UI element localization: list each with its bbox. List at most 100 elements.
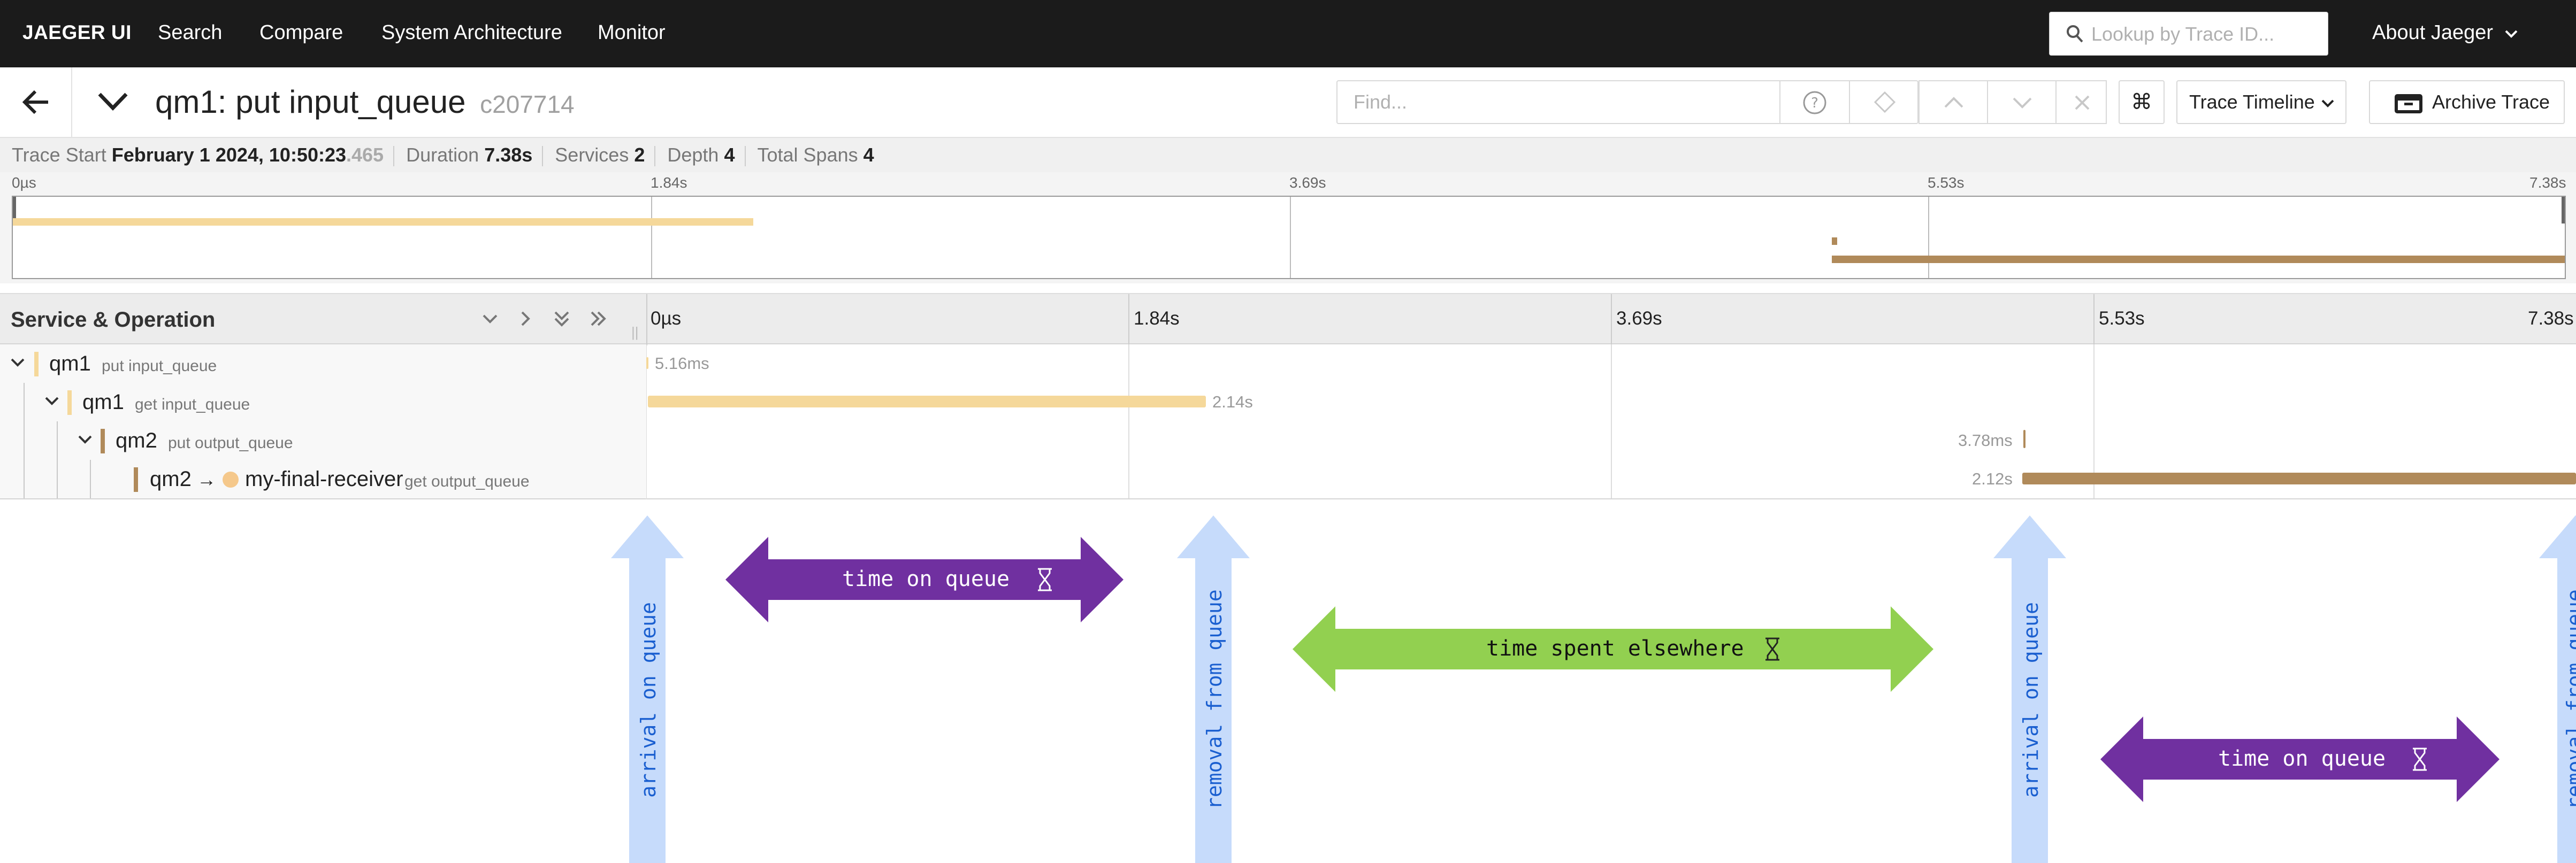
svg-text:?: ? — [1811, 95, 1818, 111]
peer-service-icon — [223, 472, 239, 488]
find-help-button[interactable]: ? — [1779, 81, 1849, 123]
trace-title-operation: put input_queue — [235, 84, 466, 120]
nav-monitor[interactable]: Monitor — [598, 21, 666, 44]
brand-logo[interactable]: JAEGER UI — [22, 21, 132, 44]
service-color-bar — [101, 429, 105, 453]
span-bar[interactable] — [2023, 430, 2025, 448]
clear-search-button[interactable] — [2055, 80, 2107, 124]
trace-minimap[interactable]: 0µs 1.84s 3.69s 5.53s 7.38s — [0, 172, 2576, 283]
span-bar[interactable] — [646, 357, 648, 369]
chevron-down-icon — [2505, 30, 2518, 38]
span-duration-label: 2.12s — [1972, 469, 2013, 488]
trace-services: Services 2 — [555, 144, 645, 166]
prev-result-button[interactable] — [1918, 80, 1987, 124]
time-on-queue-label: time on queue — [842, 567, 1010, 591]
chevron-up-icon — [1944, 97, 1963, 108]
focus-result-button[interactable] — [1849, 81, 1918, 123]
timeline-gridline — [1611, 344, 1612, 383]
search-icon — [2067, 25, 2083, 43]
span-operation-name[interactable]: put output_queue — [168, 434, 293, 452]
nav-compare[interactable]: Compare — [259, 21, 343, 44]
keyboard-shortcuts-button[interactable]: ⌘ — [2119, 80, 2165, 124]
nav-system-architecture[interactable]: System Architecture — [381, 21, 562, 44]
about-jaeger-menu[interactable]: About Jaeger — [2372, 21, 2518, 44]
span-row[interactable]: qm1 get input_queue 2.14s — [0, 383, 2576, 421]
tree-indent-guide — [24, 460, 25, 498]
minimap-gridline — [1928, 197, 1929, 278]
find-input[interactable] — [1354, 89, 1760, 115]
trace-id: c207714 — [480, 90, 575, 118]
span-duration-label: 5.16ms — [655, 354, 709, 373]
collapse-all-icon[interactable] — [551, 308, 572, 329]
trace-summary-bar: Trace Start February 1 2024, 10:50:23.46… — [0, 138, 2576, 172]
minimap-gridline — [1290, 197, 1291, 278]
annotation-overlay: arrival on queue removal from queue arri… — [0, 499, 2576, 863]
trace-title-service: qm1: — [155, 84, 227, 120]
span-service-name[interactable]: qm1 — [82, 390, 124, 414]
chevron-down-icon[interactable] — [77, 433, 93, 446]
tree-indent-guide — [57, 421, 58, 460]
span-row[interactable]: qm1 put input_queue 5.16ms — [0, 344, 2576, 383]
view-mode-select[interactable]: Trace Timeline — [2176, 80, 2346, 124]
expand-all-icon[interactable] — [587, 308, 609, 329]
nav-search[interactable]: Search — [158, 21, 222, 44]
minimap-right-handle[interactable] — [2562, 197, 2565, 224]
archive-trace-button[interactable]: Archive Trace — [2369, 80, 2565, 124]
top-nav: JAEGER UI Search Compare System Architec… — [0, 0, 2576, 67]
chevron-down-icon[interactable] — [10, 356, 26, 369]
trace-id-lookup[interactable] — [2049, 12, 2328, 56]
column-resizer[interactable]: || — [631, 324, 639, 341]
divider — [542, 146, 544, 167]
arrival-on-queue-label: arrival on queue — [2019, 602, 2043, 798]
back-button[interactable] — [0, 67, 72, 138]
span-service-name[interactable]: qm2 — [150, 467, 192, 491]
expand-one-icon[interactable] — [515, 308, 536, 329]
span-row[interactable]: qm2 → my-final-receiver get output_queue… — [0, 460, 2576, 498]
divider — [393, 146, 395, 167]
span-bar[interactable] — [2022, 473, 2576, 484]
minimap-tick-label: 1.84s — [651, 174, 687, 191]
span-row[interactable]: qm2 put output_queue 3.78ms — [0, 421, 2576, 460]
archive-trace-label: Archive Trace — [2432, 91, 2550, 113]
close-icon — [2075, 95, 2090, 110]
span-service-name[interactable]: qm1 — [49, 352, 91, 376]
span-operation-name[interactable]: get output_queue — [404, 473, 530, 491]
service-color-bar — [67, 390, 72, 415]
trace-total-spans: Total Spans 4 — [757, 144, 874, 166]
span-operation-name[interactable]: put input_queue — [102, 357, 217, 375]
tree-indent-guide — [90, 460, 91, 498]
collapse-one-icon[interactable] — [479, 308, 501, 329]
trace-duration: Duration 7.38s — [406, 144, 533, 166]
span-service-name[interactable]: qm2 — [116, 429, 157, 453]
span-row-label-cell — [0, 344, 646, 383]
span-bar[interactable] — [647, 396, 1206, 407]
trace-id-input[interactable] — [2091, 21, 2316, 48]
trace-header: qm1: put input_queue c207714 ? ⌘ Trace T… — [0, 67, 2576, 138]
span-rows: qm1 put input_queue 5.16ms qm1 get input… — [0, 344, 2576, 499]
service-operation-title: Service & Operation — [11, 308, 216, 332]
timeline-tick-label: 5.53s — [2099, 308, 2145, 329]
tree-indent-guide — [57, 460, 58, 498]
timeline-gridline — [1611, 460, 1612, 498]
collapse-header-chevron-icon[interactable] — [96, 90, 129, 113]
removal-from-queue-label: removal from queue — [1203, 589, 1226, 810]
removal-from-queue-label: removal from queue — [2563, 589, 2576, 810]
timeline-gridline — [1128, 460, 1129, 498]
minimap-tick-label: 5.53s — [1928, 174, 1965, 191]
span-peer-service[interactable]: my-final-receiver — [245, 467, 403, 491]
find-box: ? — [1336, 80, 1918, 124]
span-duration-label: 2.14s — [1212, 392, 1253, 411]
timeline-gridline — [1611, 383, 1612, 421]
next-result-button[interactable] — [1987, 80, 2055, 124]
minimap-canvas[interactable] — [12, 196, 2566, 279]
trace-title: qm1: put input_queue c207714 — [155, 83, 575, 120]
time-on-queue-label: time on queue — [2218, 746, 2386, 771]
arrow-right-icon: → — [197, 468, 216, 490]
chevron-down-icon[interactable] — [44, 395, 60, 407]
timeline-gridline — [1611, 421, 1612, 460]
timeline-gridline — [1128, 344, 1129, 383]
about-jaeger-label: About Jaeger — [2372, 21, 2494, 44]
tree-indent-guide — [24, 383, 25, 421]
arrow-left-icon — [22, 90, 48, 114]
span-operation-name[interactable]: get input_queue — [135, 396, 250, 414]
